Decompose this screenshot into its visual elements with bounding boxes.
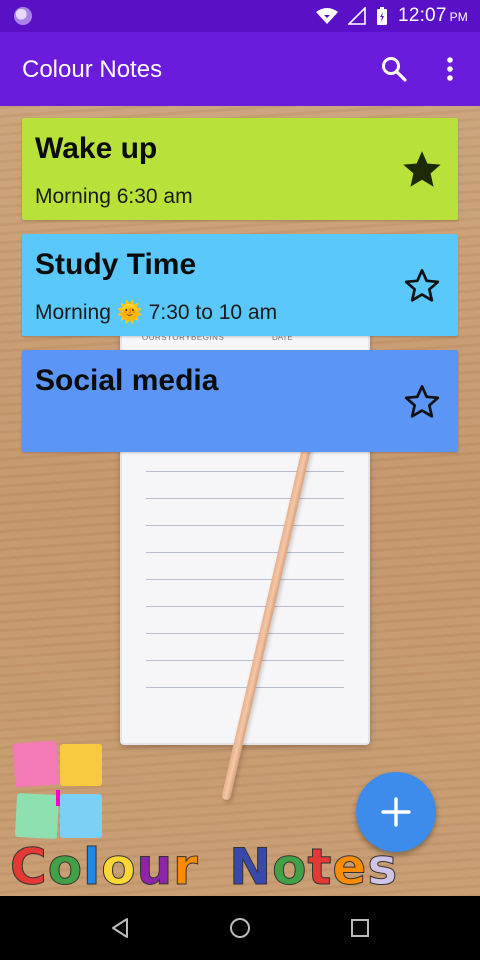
plus-icon [381,797,411,827]
overflow-menu-button[interactable] [428,46,472,92]
app-bar: Colour Notes [0,32,480,106]
star-outline-icon[interactable] [402,382,442,422]
note-card[interactable]: Study Time Morning 🌞 7:30 to 10 am [22,234,458,336]
notification-dot-icon [14,7,32,25]
more-vert-icon [447,57,453,81]
battery-icon [377,7,388,25]
search-icon [382,57,407,82]
note-title: Social media [35,364,219,397]
wifi-icon [316,8,339,24]
note-card[interactable]: Wake up Morning 6:30 am [22,118,458,220]
back-button[interactable] [104,912,136,944]
add-note-button[interactable] [356,772,436,852]
app-title: Colour Notes [22,56,163,83]
note-subtitle: Morning 6:30 am [35,185,193,208]
search-button[interactable] [372,46,416,92]
back-icon [112,918,128,938]
recents-icon [351,919,369,937]
note-card[interactable]: Social media [22,350,458,452]
recents-button[interactable] [344,912,376,944]
navigation-bar [0,896,480,960]
signal-icon [348,7,366,25]
colour-notes-logo-icon [12,740,102,839]
home-icon [230,918,250,938]
home-button[interactable] [224,912,256,944]
star-filled-icon[interactable] [402,150,442,190]
note-title: Study Time [35,248,197,281]
colour-notes-logo-text: Colour Notes [10,838,399,897]
star-outline-icon[interactable] [402,266,442,306]
status-bar: 12:07 PM [0,0,480,32]
status-time: 12:07 PM [398,5,468,26]
note-subtitle: Morning 🌞 7:30 to 10 am [35,301,278,324]
note-title: Wake up [35,132,158,165]
